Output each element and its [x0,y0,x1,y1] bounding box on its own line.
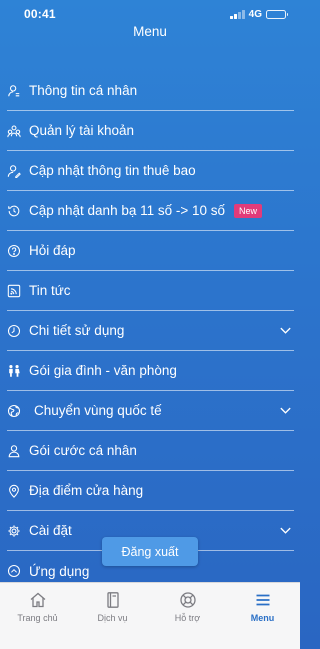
menu-item-label: Cập nhật thông tin thuê bao [29,163,196,178]
menu-item-label: Địa điểm cửa hàng [29,483,144,498]
accounts-icon [7,120,29,142]
book-icon [106,592,119,608]
menu-item-label: Chi tiết sử dụng [29,323,125,338]
home-icon [30,592,45,608]
chevron-down-icon[interactable] [279,524,292,537]
menu-item-update-contacts[interactable]: Cập nhật danh bạ 11 số -> 10 số New [7,191,294,231]
menu-item-account-management[interactable]: Quản lý tài khoản [7,111,294,151]
signal-icon [230,9,245,19]
location-pin-icon [7,480,29,502]
tab-label: Hỗ trợ [174,613,201,623]
person-edit-icon [7,160,29,182]
menu-list: Thông tin cá nhân Quản lý tài khoản Cập … [7,71,294,591]
menu-item-store-locations[interactable]: Địa điểm cửa hàng [7,471,294,511]
logout-button[interactable]: Đăng xuất [102,537,198,566]
menu-item-faq[interactable]: Hỏi đáp [7,231,294,271]
chevron-down-icon[interactable] [279,404,292,417]
menu-item-label: Gói gia đình - văn phòng [29,363,177,378]
battery-icon [266,9,288,19]
menu-item-label: Hỏi đáp [29,243,76,258]
tab-label: Trang chủ [17,613,58,623]
person-icon [7,440,29,462]
chevron-circle-up-icon [7,560,29,582]
menu-item-usage-details[interactable]: Chi tiết sử dụng [7,311,294,351]
menu-item-personal-info[interactable]: Thông tin cá nhân [7,71,294,111]
tab-label: Menu [250,613,275,623]
family-icon [7,360,29,382]
menu-item-label: Chuyển vùng quốc tế [34,403,162,418]
clock-icon [7,320,29,342]
history-icon [7,200,29,222]
menu-item-label: Quản lý tài khoản [29,123,135,138]
menu-item-label: Cập nhật danh bạ 11 số -> 10 số [29,203,226,218]
tab-home[interactable]: Trang chủ [0,583,75,649]
gear-icon [7,520,29,542]
tab-support[interactable]: Hỗ trợ [150,583,225,649]
question-icon [7,240,29,262]
menu-item-label: Gói cước cá nhân [29,443,137,458]
page-title: Menu [133,24,167,39]
chevron-down-icon[interactable] [279,324,292,337]
hamburger-icon [256,594,269,606]
status-time: 00:41 [24,7,56,21]
person-info-icon [7,80,29,102]
tab-menu[interactable]: Menu [225,583,300,649]
menu-item-news[interactable]: Tin tức [7,271,294,311]
menu-item-label: Thông tin cá nhân [29,83,138,98]
menu-item-family-office[interactable]: Gói gia đình - văn phòng [7,351,294,391]
menu-item-label: Tin tức [29,283,71,298]
menu-item-roaming[interactable]: Chuyển vùng quốc tế [7,391,294,431]
rss-icon [7,280,29,302]
new-badge: New [234,203,263,218]
menu-item-label: Cài đặt [29,523,72,538]
globe-icon [7,400,29,422]
network-type: 4G [248,8,262,20]
status-indicators: 4G [230,8,288,20]
tab-services[interactable]: Dịch vụ [75,583,150,649]
menu-item-label: Ứng dụng [29,563,90,579]
bottom-tab-bar: Trang chủ Dịch vụ Hỗ trợ Menu [0,582,300,649]
tab-label: Dịch vụ [97,613,128,623]
lifebuoy-icon [179,592,196,608]
menu-item-update-subscriber[interactable]: Cập nhật thông tin thuê bao [7,151,294,191]
menu-item-personal-plan[interactable]: Gói cước cá nhân [7,431,294,471]
